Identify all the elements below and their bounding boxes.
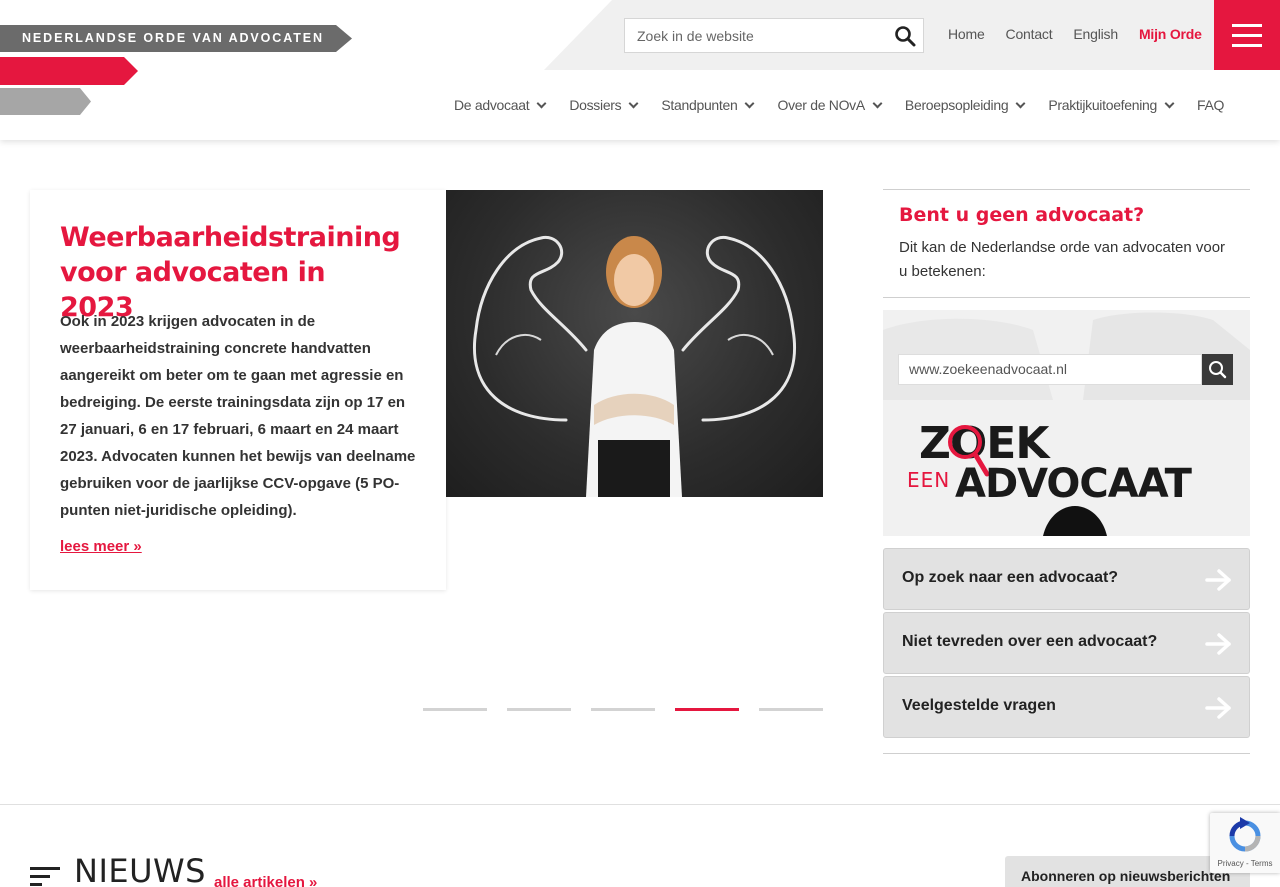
logo-bar-red — [0, 57, 138, 85]
slider-dot[interactable] — [423, 708, 487, 711]
faq-button[interactable]: Veelgestelde vragen — [883, 676, 1250, 738]
find-lawyer-button[interactable]: Op zoek naar een advocaat? — [883, 548, 1250, 610]
button-label: Op zoek naar een advocaat? — [902, 569, 1119, 586]
nav-item-beroepsopleiding[interactable]: Beroepsopleiding — [904, 95, 1026, 115]
slide-image[interactable] — [446, 190, 823, 497]
subscribe-label: Abonneren op nieuwsberichten — [1021, 868, 1231, 884]
nav-item-praktijkuitoefening[interactable]: Praktijkuitoefening — [1048, 95, 1175, 115]
contact-link[interactable]: Contact — [1006, 26, 1053, 46]
slide-text: Ook in 2023 krijgen advocaten in de weer… — [60, 313, 416, 519]
menu-icon-line — [1232, 44, 1262, 47]
sidebar-title: Bent u geen advocaat? — [899, 204, 1145, 226]
home-link[interactable]: Home — [948, 26, 985, 46]
menu-button[interactable] — [1214, 0, 1280, 70]
nav-item-standpunten[interactable]: Standpunten — [661, 95, 755, 115]
read-more-link[interactable]: lees meer » — [60, 538, 142, 555]
mijn-orde-link[interactable]: Mijn Orde — [1139, 26, 1202, 46]
button-label: Niet tevreden over een advocaat? — [902, 633, 1158, 650]
slider-dot[interactable] — [507, 708, 571, 711]
zoek-logo-advocaat: ADVOCAAT — [955, 461, 1192, 507]
list-icon — [30, 867, 60, 886]
recaptcha-text[interactable]: Privacy - Terms — [1210, 859, 1280, 868]
zoek-search-text: www.zoekeenadvocaat.nl — [909, 361, 1067, 377]
search-icon — [1202, 354, 1233, 385]
slide-card: Weerbaarheidstraining voor advocaten in … — [30, 190, 446, 590]
chevron-down-icon — [745, 98, 755, 108]
recaptcha-icon — [1229, 817, 1261, 852]
chevron-down-icon — [1164, 98, 1175, 108]
section-divider — [0, 804, 1280, 805]
nav-label: Standpunten — [661, 97, 738, 113]
logo-text: NEDERLANDSE ORDE VAN ADVOCATEN — [22, 31, 324, 45]
sidebar: Bent u geen advocaat? Dit kan de Nederla… — [883, 189, 1250, 754]
recaptcha-badge[interactable]: Privacy - Terms — [1210, 813, 1280, 873]
nav-label: FAQ — [1197, 97, 1225, 113]
slider-dot[interactable] — [759, 708, 823, 711]
nav-item-de-advocaat[interactable]: De advocaat — [454, 95, 547, 115]
nav-label: Over de NOvA — [777, 97, 865, 113]
nav-label: De advocaat — [454, 97, 530, 113]
sidebar-text: Dit kan de Nederlandse orde van advocate… — [899, 239, 1226, 280]
main-navigation: De advocaat Dossiers Standpunten Over de… — [454, 95, 1224, 115]
all-articles-link[interactable]: alle artikelen » — [214, 874, 317, 887]
utility-links: Home Contact English Mijn Orde — [948, 26, 1202, 46]
chevron-down-icon — [1015, 98, 1026, 108]
complaint-button[interactable]: Niet tevreden over een advocaat? — [883, 612, 1250, 674]
nav-label: Praktijkuitoefening — [1048, 97, 1158, 113]
zoek-search-field: www.zoekeenadvocaat.nl — [898, 354, 1202, 385]
arrow-right-icon — [1205, 633, 1231, 655]
nav-item-dossiers[interactable]: Dossiers — [569, 95, 639, 115]
divider — [883, 753, 1250, 754]
slider-pagination — [423, 708, 823, 711]
chevron-down-icon — [536, 98, 547, 108]
search-input[interactable] — [625, 19, 885, 52]
news-heading: NIEUWS — [74, 852, 206, 887]
chevron-down-icon — [872, 98, 883, 108]
english-link[interactable]: English — [1073, 26, 1118, 46]
site-header: NEDERLANDSE ORDE VAN ADVOCATEN Home Cont… — [0, 0, 1280, 140]
arrow-right-icon — [1205, 569, 1231, 591]
slider-dot[interactable] — [591, 708, 655, 711]
nav-item-over-de-nova[interactable]: Over de NOvA — [777, 95, 883, 115]
button-label: Veelgestelde vragen — [902, 697, 1056, 714]
chevron-down-icon — [628, 98, 639, 108]
logo-bar-light — [0, 88, 91, 115]
zoek-logo-een: EEN — [907, 468, 951, 492]
search-icon[interactable] — [893, 24, 917, 48]
sidebar-intro: Bent u geen advocaat? Dit kan de Nederla… — [883, 189, 1250, 298]
nav-item-faq[interactable]: FAQ — [1197, 95, 1224, 115]
nav-label: Beroepsopleiding — [904, 97, 1009, 113]
arrow-right-icon — [1205, 697, 1231, 719]
slider-dot-active[interactable] — [675, 708, 739, 711]
zoek-een-advocaat-banner[interactable]: www.zoekeenadvocaat.nl ZOEK EEN ADVOCAAT — [883, 310, 1250, 536]
menu-icon — [1232, 24, 1262, 27]
site-search — [624, 18, 924, 53]
nav-label: Dossiers — [569, 97, 622, 113]
menu-icon-line — [1232, 34, 1262, 37]
